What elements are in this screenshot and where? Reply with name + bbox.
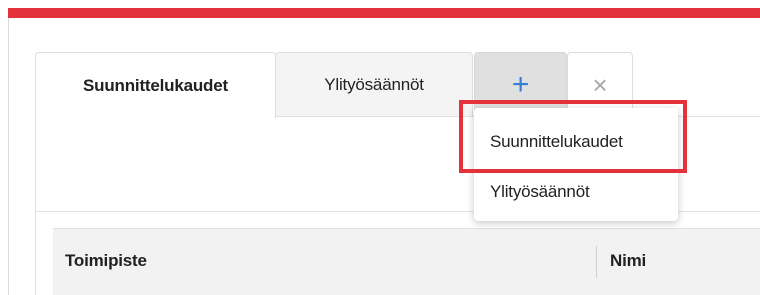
column-header-toimipiste[interactable]: Toimipiste [65,251,147,271]
left-border [8,18,9,295]
highlight-annotation-box [459,100,687,173]
app-stage: Suunnittelukaudet Ylityösäännöt + × Toim… [0,0,760,295]
close-icon: × [592,69,608,100]
table-header: Toimipiste Nimi [53,228,760,295]
column-divider[interactable] [596,246,597,278]
column-header-nimi[interactable]: Nimi [610,251,646,271]
top-accent-bar [8,8,760,18]
tab-label: Suunnittelukaudet [83,75,228,95]
tab-ylityosaannot[interactable]: Ylityösäännöt [275,52,473,117]
tab-suunnittelukaudet[interactable]: Suunnittelukaudet [35,52,276,118]
menu-item-ylityosaannot[interactable]: Ylityösäännöt [474,172,678,212]
menu-item-label: Ylityösäännöt [490,182,590,201]
plus-icon: + [511,68,530,101]
tab-label: Ylityösäännöt [324,75,424,94]
